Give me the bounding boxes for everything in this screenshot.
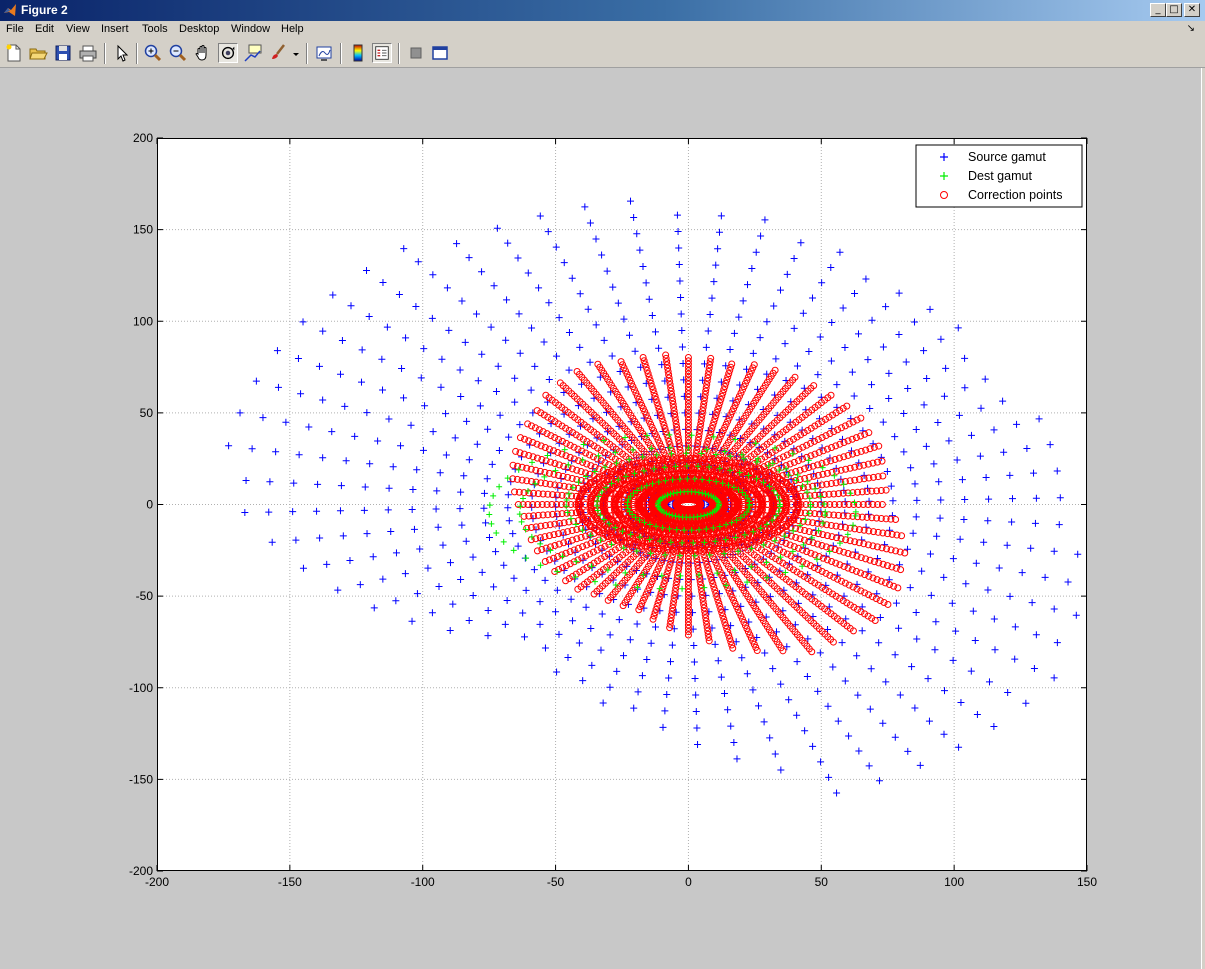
scatter-plot[interactable]: -200 -150 -100 -50 0 50 100 150200150100500-50-… — [0, 0, 1205, 969]
